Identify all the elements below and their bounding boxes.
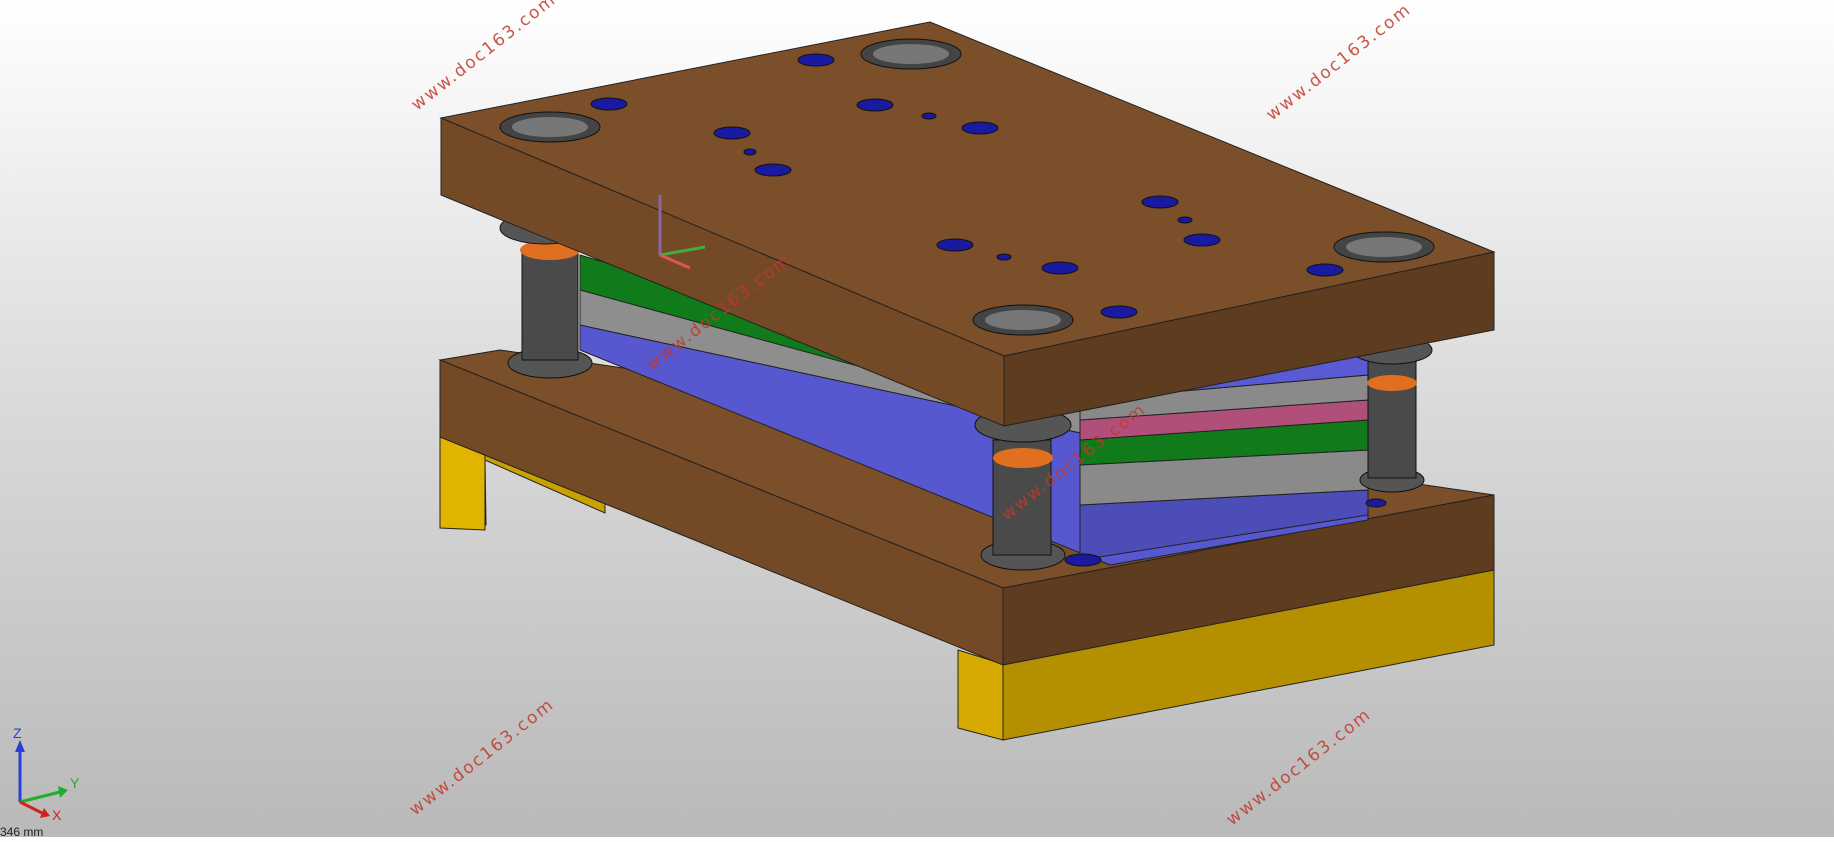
- 3d-viewport[interactable]: www.doc163.com www.doc163.com www.doc163…: [0, 0, 1834, 839]
- coordinate-triad: Z Y X: [13, 725, 80, 820]
- bushing-hole-1: [499, 111, 601, 143]
- right-parallel-front: [957, 649, 1004, 741]
- bushing-hole-4: [1333, 231, 1435, 263]
- x-axis-label: X: [52, 807, 62, 820]
- bushing-hole-3: [972, 304, 1074, 336]
- y-axis-label: Y: [70, 775, 80, 791]
- die-assembly-model[interactable]: [0, 0, 1834, 837]
- z-axis-label: Z: [13, 725, 22, 741]
- bushing-hole-2: [860, 38, 962, 70]
